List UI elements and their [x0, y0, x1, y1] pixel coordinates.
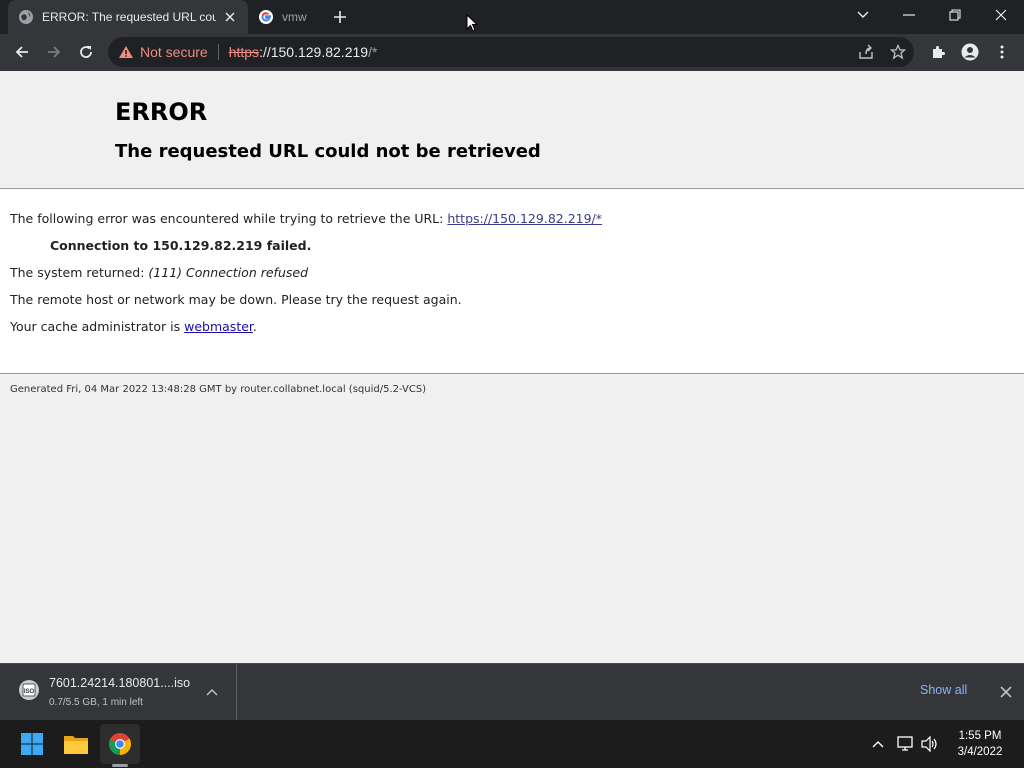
show-hidden-icons-icon[interactable]	[868, 734, 888, 754]
browser-toolbar: Not secure https://150.129.82.219/*	[0, 34, 1024, 71]
error-line-remote: The remote host or network may be down. …	[10, 292, 462, 307]
profile-icon[interactable]	[956, 38, 984, 66]
webmaster-link[interactable]: webmaster	[184, 319, 253, 334]
tab-vmw[interactable]: vmw	[252, 0, 316, 34]
network-icon[interactable]	[896, 734, 916, 754]
error-line-url: The following error was encountered whil…	[10, 211, 1014, 238]
tab-title: vmw	[282, 10, 307, 24]
address-bar[interactable]: Not secure https://150.129.82.219/*	[108, 37, 914, 67]
page-subtitle: The requested URL could not be retrieved	[115, 141, 541, 162]
close-icon[interactable]	[996, 682, 1016, 702]
address-separator	[217, 44, 219, 60]
error-line-system: The system returned: (111) Connection re…	[10, 265, 1014, 292]
download-bar: ISO 7601.24214.180801....iso 0.7/5.5 GB,…	[0, 663, 1024, 720]
connection-failed-text: Connection to 150.129.82.219 failed.	[50, 238, 312, 253]
show-all-button[interactable]: Show all	[920, 683, 967, 697]
tab-error[interactable]: ERROR: The requested URL could not be re…	[8, 0, 248, 34]
chrome-taskbar-icon[interactable]	[100, 724, 140, 764]
error-line-url-text: The following error was encountered whil…	[10, 211, 448, 226]
url-text[interactable]: https://150.129.82.219/*	[229, 44, 378, 60]
share-icon[interactable]	[856, 43, 876, 61]
minimize-button[interactable]	[886, 0, 932, 30]
cache-admin-suffix: .	[252, 319, 257, 334]
tab-strip: ERROR: The requested URL could not be re…	[0, 0, 1024, 34]
active-app-indicator	[112, 764, 128, 767]
download-status: 0.7/5.5 GB, 1 min left	[49, 697, 143, 708]
windows-start-icon[interactable]	[12, 724, 52, 764]
file-explorer-icon[interactable]	[56, 724, 96, 764]
globe-icon	[18, 9, 34, 25]
google-icon	[258, 9, 274, 25]
download-file-name: 7601.24214.180801....iso	[49, 676, 191, 690]
not-secure-label[interactable]: Not secure	[140, 44, 208, 60]
new-tab-button[interactable]	[328, 6, 352, 28]
system-returned-value: (111) Connection refused	[148, 265, 308, 280]
extensions-icon[interactable]	[924, 38, 952, 66]
forward-button[interactable]	[40, 38, 68, 66]
bookmark-star-icon[interactable]	[888, 43, 908, 61]
error-url-link[interactable]: https://150.129.82.219/*	[447, 211, 602, 226]
restore-button[interactable]	[932, 0, 978, 30]
close-window-button[interactable]	[978, 0, 1024, 30]
menu-kebab-icon[interactable]	[988, 38, 1016, 66]
error-body: The following error was encountered whil…	[0, 189, 1024, 374]
tab-search-icon[interactable]	[840, 0, 886, 30]
generated-footer: Generated Fri, 04 Mar 2022 13:48:28 GMT …	[10, 384, 427, 395]
close-tab-icon[interactable]	[222, 9, 238, 25]
chevron-up-icon[interactable]	[202, 682, 222, 702]
iso-file-icon: ISO	[18, 678, 40, 702]
clock-time: 1:55 PM	[958, 730, 1002, 742]
iso-icon-label: ISO	[24, 689, 35, 695]
taskbar: 1:55 PM 3/4/2022	[0, 720, 1024, 768]
page-title: ERROR	[115, 98, 208, 126]
error-line-admin: Your cache administrator is webmaster.	[10, 319, 1014, 346]
warning-icon[interactable]	[118, 45, 134, 59]
url-path: /*	[368, 44, 378, 60]
url-host: ://150.129.82.219	[259, 44, 369, 60]
reload-button[interactable]	[72, 38, 100, 66]
error-header: ERROR The requested URL could not be ret…	[0, 71, 1024, 189]
system-returned-label: The system returned:	[10, 265, 149, 280]
clock-date: 3/4/2022	[957, 746, 1003, 758]
volume-icon[interactable]	[920, 734, 940, 754]
back-button[interactable]	[8, 38, 36, 66]
download-item[interactable]: ISO 7601.24214.180801....iso 0.7/5.5 GB,…	[0, 664, 237, 720]
tab-title: ERROR: The requested URL could not be re…	[42, 10, 216, 24]
taskbar-clock[interactable]: 1:55 PM 3/4/2022	[945, 728, 1015, 760]
url-scheme: https	[228, 44, 260, 60]
cache-admin-label: Your cache administrator is	[10, 319, 185, 334]
page-content: ERROR The requested URL could not be ret…	[0, 71, 1024, 663]
